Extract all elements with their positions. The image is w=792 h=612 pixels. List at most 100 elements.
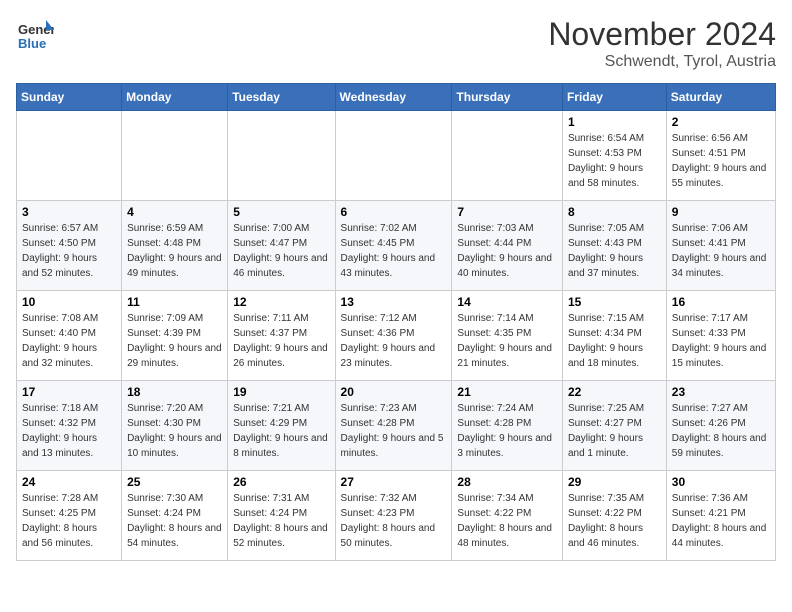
calendar-cell: 22 Sunrise: 7:25 AM Sunset: 4:27 PM Dayli… — [562, 381, 666, 471]
weekday-header-row: SundayMondayTuesdayWednesdayThursdayFrid… — [17, 84, 776, 111]
day-number: 11 — [127, 295, 222, 309]
logo-icon: General Blue — [16, 16, 54, 54]
day-info: Sunrise: 7:35 AM Sunset: 4:22 PM Dayligh… — [568, 491, 661, 551]
day-info: Sunrise: 7:03 AM Sunset: 4:44 PM Dayligh… — [457, 221, 557, 281]
day-info: Sunrise: 7:27 AM Sunset: 4:26 PM Dayligh… — [672, 401, 770, 461]
day-number: 2 — [672, 115, 770, 129]
calendar-week-row: 10 Sunrise: 7:08 AM Sunset: 4:40 PM Dayli… — [17, 291, 776, 381]
calendar-cell: 23 Sunrise: 7:27 AM Sunset: 4:26 PM Dayli… — [666, 381, 775, 471]
day-info: Sunrise: 6:57 AM Sunset: 4:50 PM Dayligh… — [22, 221, 116, 281]
calendar-cell: 19 Sunrise: 7:21 AM Sunset: 4:29 PM Dayli… — [228, 381, 335, 471]
day-info: Sunrise: 7:23 AM Sunset: 4:28 PM Dayligh… — [341, 401, 447, 461]
day-info: Sunrise: 7:17 AM Sunset: 4:33 PM Dayligh… — [672, 311, 770, 371]
day-number: 22 — [568, 385, 661, 399]
calendar-cell: 27Sunrise: 7:32 AM Sunset: 4:23 PM Dayli… — [335, 471, 452, 561]
calendar-cell: 13 Sunrise: 7:12 AM Sunset: 4:36 PM Dayli… — [335, 291, 452, 381]
calendar-cell: 7 Sunrise: 7:03 AM Sunset: 4:44 PM Daylig… — [452, 201, 563, 291]
day-info: Sunrise: 7:25 AM Sunset: 4:27 PM Dayligh… — [568, 401, 661, 461]
day-number: 3 — [22, 205, 116, 219]
weekday-header: Wednesday — [335, 84, 452, 111]
day-number: 1 — [568, 115, 661, 129]
day-info: Sunrise: 7:00 AM Sunset: 4:47 PM Dayligh… — [233, 221, 329, 281]
calendar-week-row: 17 Sunrise: 7:18 AM Sunset: 4:32 PM Dayli… — [17, 381, 776, 471]
calendar-cell: 12 Sunrise: 7:11 AM Sunset: 4:37 PM Dayli… — [228, 291, 335, 381]
calendar-cell: 16 Sunrise: 7:17 AM Sunset: 4:33 PM Dayli… — [666, 291, 775, 381]
title-section: November 2024 Schwendt, Tyrol, Austria — [548, 16, 776, 71]
header: General Blue November 2024 Schwendt, Tyr… — [16, 16, 776, 71]
day-number: 20 — [341, 385, 447, 399]
day-number: 30 — [672, 475, 770, 489]
day-info: Sunrise: 7:21 AM Sunset: 4:29 PM Dayligh… — [233, 401, 329, 461]
day-number: 12 — [233, 295, 329, 309]
day-info: Sunrise: 6:54 AM Sunset: 4:53 PM Dayligh… — [568, 131, 661, 191]
calendar-cell — [335, 111, 452, 201]
svg-text:Blue: Blue — [18, 36, 46, 51]
weekday-header: Tuesday — [228, 84, 335, 111]
calendar-cell: 10 Sunrise: 7:08 AM Sunset: 4:40 PM Dayli… — [17, 291, 122, 381]
calendar-week-row: 1 Sunrise: 6:54 AM Sunset: 4:53 PM Daylig… — [17, 111, 776, 201]
day-number: 4 — [127, 205, 222, 219]
logo: General Blue — [16, 16, 54, 59]
calendar-cell — [228, 111, 335, 201]
day-info: Sunrise: 7:20 AM Sunset: 4:30 PM Dayligh… — [127, 401, 222, 461]
day-info: Sunrise: 7:06 AM Sunset: 4:41 PM Dayligh… — [672, 221, 770, 281]
day-number: 28 — [457, 475, 557, 489]
day-info: Sunrise: 7:08 AM Sunset: 4:40 PM Dayligh… — [22, 311, 116, 371]
calendar-cell — [452, 111, 563, 201]
calendar-week-row: 3 Sunrise: 6:57 AM Sunset: 4:50 PM Daylig… — [17, 201, 776, 291]
day-number: 24 — [22, 475, 116, 489]
day-number: 7 — [457, 205, 557, 219]
day-number: 15 — [568, 295, 661, 309]
day-info: Sunrise: 7:12 AM Sunset: 4:36 PM Dayligh… — [341, 311, 447, 371]
calendar-cell: 21 Sunrise: 7:24 AM Sunset: 4:28 PM Dayli… — [452, 381, 563, 471]
day-number: 16 — [672, 295, 770, 309]
calendar-cell: 24 Sunrise: 7:28 AM Sunset: 4:25 PM Dayli… — [17, 471, 122, 561]
calendar-cell: 29 Sunrise: 7:35 AM Sunset: 4:22 PM Dayli… — [562, 471, 666, 561]
day-info: Sunrise: 7:36 AM Sunset: 4:21 PM Dayligh… — [672, 491, 770, 551]
weekday-header: Thursday — [452, 84, 563, 111]
day-number: 8 — [568, 205, 661, 219]
day-info: Sunrise: 7:14 AM Sunset: 4:35 PM Dayligh… — [457, 311, 557, 371]
calendar-cell: 9 Sunrise: 7:06 AM Sunset: 4:41 PM Daylig… — [666, 201, 775, 291]
day-number: 13 — [341, 295, 447, 309]
weekday-header: Saturday — [666, 84, 775, 111]
day-info: Sunrise: 7:32 AM Sunset: 4:23 PM Dayligh… — [341, 491, 447, 551]
calendar-cell: 6 Sunrise: 7:02 AM Sunset: 4:45 PM Daylig… — [335, 201, 452, 291]
calendar-cell: 15 Sunrise: 7:15 AM Sunset: 4:34 PM Dayli… — [562, 291, 666, 381]
day-info: Sunrise: 7:02 AM Sunset: 4:45 PM Dayligh… — [341, 221, 447, 281]
calendar-cell: 17 Sunrise: 7:18 AM Sunset: 4:32 PM Dayli… — [17, 381, 122, 471]
weekday-header: Monday — [122, 84, 228, 111]
day-number: 14 — [457, 295, 557, 309]
day-info: Sunrise: 7:28 AM Sunset: 4:25 PM Dayligh… — [22, 491, 116, 551]
calendar-cell: 11 Sunrise: 7:09 AM Sunset: 4:39 PM Dayli… — [122, 291, 228, 381]
calendar-cell: 28Sunrise: 7:34 AM Sunset: 4:22 PM Dayli… — [452, 471, 563, 561]
calendar-cell: 20 Sunrise: 7:23 AM Sunset: 4:28 PM Dayli… — [335, 381, 452, 471]
weekday-header: Friday — [562, 84, 666, 111]
month-title: November 2024 — [548, 16, 776, 53]
day-info: Sunrise: 7:05 AM Sunset: 4:43 PM Dayligh… — [568, 221, 661, 281]
day-info: Sunrise: 7:24 AM Sunset: 4:28 PM Dayligh… — [457, 401, 557, 461]
day-number: 10 — [22, 295, 116, 309]
day-number: 19 — [233, 385, 329, 399]
calendar-cell: 4Sunrise: 6:59 AM Sunset: 4:48 PM Daylig… — [122, 201, 228, 291]
calendar-cell: 18Sunrise: 7:20 AM Sunset: 4:30 PM Dayli… — [122, 381, 228, 471]
weekday-header: Sunday — [17, 84, 122, 111]
day-info: Sunrise: 7:11 AM Sunset: 4:37 PM Dayligh… — [233, 311, 329, 371]
calendar-cell: 1 Sunrise: 6:54 AM Sunset: 4:53 PM Daylig… — [562, 111, 666, 201]
day-number: 17 — [22, 385, 116, 399]
day-number: 23 — [672, 385, 770, 399]
day-number: 6 — [341, 205, 447, 219]
day-info: Sunrise: 7:15 AM Sunset: 4:34 PM Dayligh… — [568, 311, 661, 371]
calendar-cell: 26Sunrise: 7:31 AM Sunset: 4:24 PM Dayli… — [228, 471, 335, 561]
calendar-week-row: 24 Sunrise: 7:28 AM Sunset: 4:25 PM Dayli… — [17, 471, 776, 561]
calendar-cell: 5Sunrise: 7:00 AM Sunset: 4:47 PM Daylig… — [228, 201, 335, 291]
calendar-cell: 14 Sunrise: 7:14 AM Sunset: 4:35 PM Dayli… — [452, 291, 563, 381]
day-number: 9 — [672, 205, 770, 219]
day-number: 21 — [457, 385, 557, 399]
day-info: Sunrise: 6:56 AM Sunset: 4:51 PM Dayligh… — [672, 131, 770, 191]
day-info: Sunrise: 7:09 AM Sunset: 4:39 PM Dayligh… — [127, 311, 222, 371]
day-info: Sunrise: 7:31 AM Sunset: 4:24 PM Dayligh… — [233, 491, 329, 551]
calendar-table: SundayMondayTuesdayWednesdayThursdayFrid… — [16, 83, 776, 561]
day-number: 29 — [568, 475, 661, 489]
day-info: Sunrise: 7:18 AM Sunset: 4:32 PM Dayligh… — [22, 401, 116, 461]
